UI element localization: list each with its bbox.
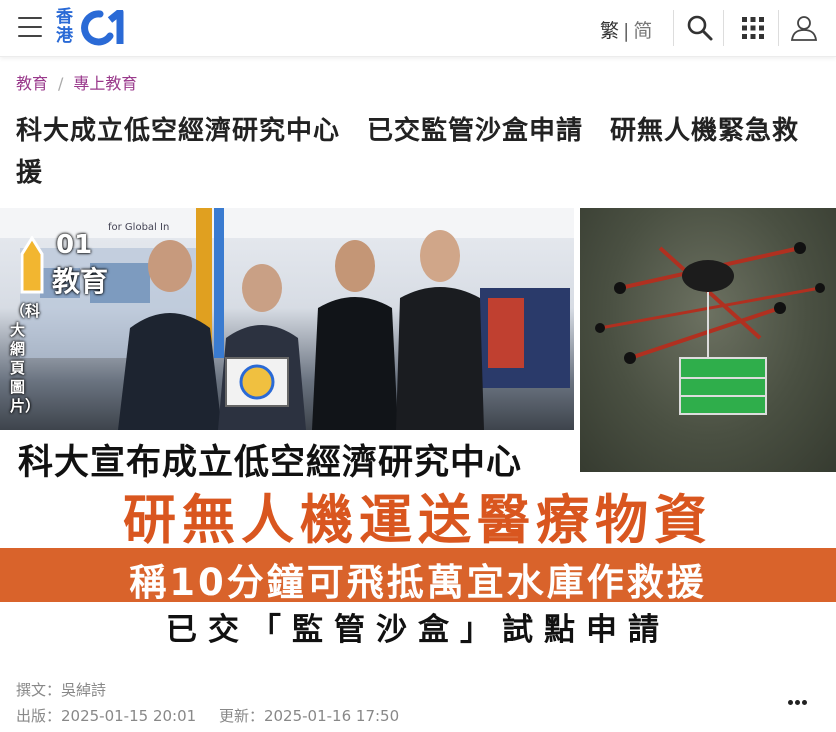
lang-simplified[interactable]: 简 [633,20,652,42]
divider [723,10,724,46]
site-logo[interactable]: 香港 [56,8,132,48]
language-switch: 繁 | 简 [600,16,652,43]
menu-icon[interactable] [18,17,42,37]
user-icon[interactable] [790,14,818,42]
badge-label: 教育 [52,265,109,298]
logo-01-mark [81,10,124,46]
breadcrumb-separator: / [58,74,64,93]
photo-credit: （科大網頁圖片） [10,302,41,415]
drone-photo [580,208,836,472]
search-icon[interactable] [686,14,714,42]
hero-title-line3: 稱10分鐘可飛抵萬宜水庫作救援 [129,561,707,604]
logo-hk-text: 香港 [56,7,73,46]
drone-illustration [595,242,825,415]
breadcrumb-tertiary-education[interactable]: 專上教育 [73,74,137,93]
hero-title-line2: 研無人機運送醫療物資 [123,490,713,551]
lang-traditional[interactable]: 繁 [600,20,619,42]
lang-separator: | [623,20,630,42]
more-options-icon[interactable] [788,690,812,710]
publish-date: 出版：2025-01-15 20:01 [16,707,197,725]
divider [778,10,779,46]
article-author: 撰文：吳綽詩 [16,681,107,699]
article-dates: 出版：2025-01-15 20:01 更新：2025-01-16 17:50 [16,705,399,726]
breadcrumb-education[interactable]: 教育 [16,74,48,93]
divider [673,10,674,46]
breadcrumb: 教育 / 專上教育 [16,70,137,94]
section-badge: 01 教育 [14,230,118,298]
article-headline: 科大成立低空經濟研究中心 已交監管沙盒申請 研無人機緊急救援 [16,116,800,188]
top-header: 香港 繁 | 简 [0,0,836,57]
pencil-icon [20,236,44,294]
update-date: 更新：2025-01-16 17:50 [218,707,400,725]
hero-image: for Global In 01 教育 （科大網頁圖片） 科大宣布成立低空經濟研… [0,208,836,648]
apps-grid-icon[interactable] [739,14,767,42]
badge-number: 01 [56,230,93,260]
group-photo: for Global In 01 教育 （科大網頁圖片） [0,208,574,430]
hero-title-line4: 已交「監管沙盒」試點申請 [166,612,670,648]
